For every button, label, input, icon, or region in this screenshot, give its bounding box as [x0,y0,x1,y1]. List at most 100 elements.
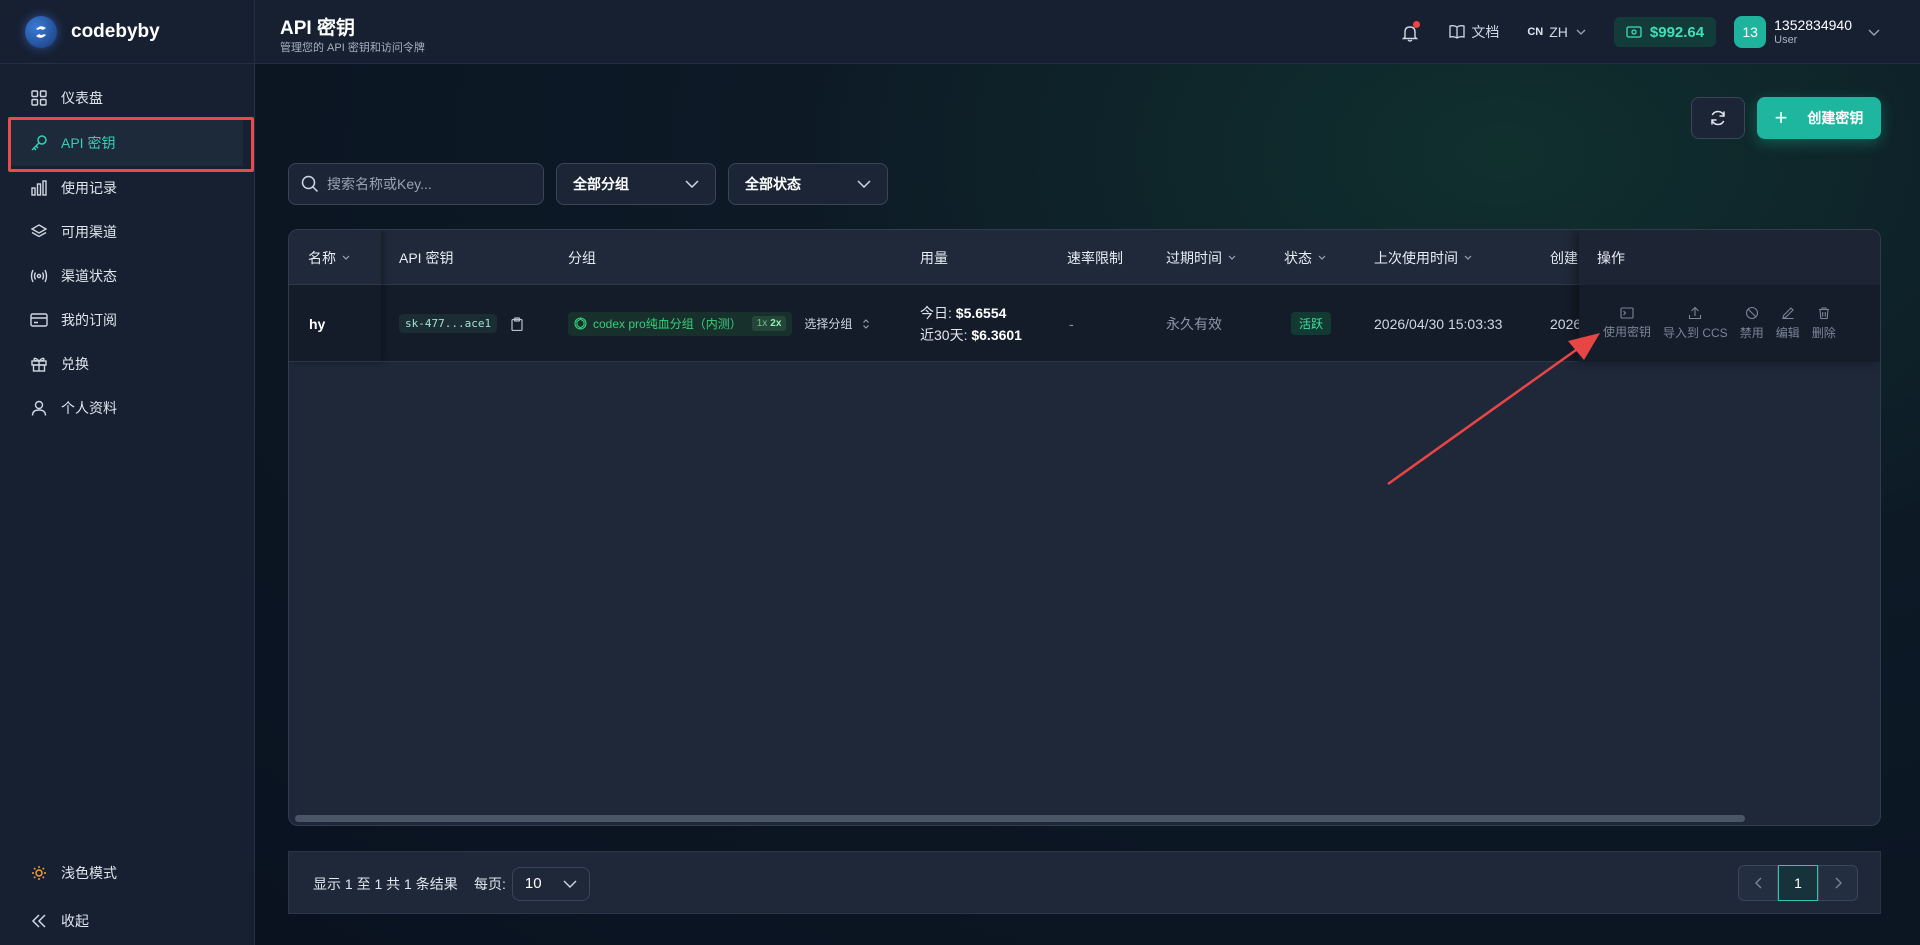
col-actions: 操作 [1597,249,1625,266]
chevron-down-icon [685,180,699,188]
theme-toggle[interactable]: 浅色模式 [0,849,254,897]
sort-icon [1318,255,1326,260]
delete-button[interactable]: 删除 [1812,306,1836,341]
sticky-name-column [289,230,381,362]
status-filter-value: 全部状态 [745,176,801,192]
horizontal-scrollbar[interactable] [295,815,1745,822]
card-icon [30,311,48,329]
updown-icon [863,318,870,329]
prev-page-button[interactable] [1738,865,1778,901]
sidebar-item-dashboard[interactable]: 仪表盘 [0,76,254,120]
book-icon [1449,25,1465,39]
import-ccs-button[interactable]: 导入到 CCS [1663,306,1728,341]
page-subtitle: 管理您的 API 密钥和访问令牌 [280,42,425,54]
openai-icon [574,317,587,330]
page-button-current[interactable]: 1 [1778,865,1818,901]
col-status[interactable]: 状态 [1284,230,1326,285]
edit-button[interactable]: 编辑 [1776,306,1800,341]
sidebar-item-subscriptions[interactable]: 我的订阅 [0,298,254,342]
sidebar-item-label: 渠道状态 [61,268,117,284]
use-key-button[interactable]: 使用密钥 [1603,307,1651,340]
actions-row: 使用密钥 导入到 CCS 禁用 编辑 删除 [1579,285,1880,362]
status-cell: 活跃 [1291,285,1332,362]
user-role: User [1774,34,1798,46]
search-icon [301,175,319,193]
col-last-used[interactable]: 上次使用时间 [1374,230,1472,285]
create-key-label: 创建密钥 [1807,110,1864,126]
pagination-bar: 显示 1 至 1 共 1 条结果 每页: 10 1 [288,851,1881,914]
col-key: API 密钥 [399,249,454,266]
import-ccs-label: 导入到 CCS [1663,326,1728,340]
api-key-value: sk-477...ace1 [399,314,498,333]
sidebar-item-profile[interactable]: 个人资料 [0,386,254,430]
usage-today: 今日: $5.6554 [920,304,1007,321]
per-page-value: 10 [524,875,542,892]
delete-label: 删除 [1811,326,1836,340]
col-expire-label: 过期时间 [1166,249,1222,266]
next-page-button[interactable] [1818,865,1858,901]
brand[interactable]: codebyby [0,0,254,64]
select-group-button[interactable]: 选择分组 [804,315,870,332]
highlight-box [8,117,254,172]
disable-label: 禁用 [1739,326,1764,340]
sidebar-item-redeem[interactable]: 兑换 [0,342,254,386]
sidebar-item-usage[interactable]: 使用记录 [0,166,254,210]
refresh-icon [1711,110,1725,126]
keys-table: 名称 API 密钥 分组 用量 速率限制 过期时间 状态 上次使用时间 创建 h… [288,229,1881,826]
sidebar-item-channels[interactable]: 可用渠道 [0,210,254,254]
grid-icon [30,89,48,107]
chevron-right-icon [1835,877,1842,889]
balance-amount: $992.64 [1649,23,1705,41]
sidebar-item-label: 兑换 [61,356,89,372]
lang-label: ZH [1549,24,1568,40]
terminal-icon [1620,307,1634,319]
col-last-used-label: 上次使用时间 [1374,249,1458,266]
edit-label: 编辑 [1775,326,1800,340]
status-badge: 活跃 [1291,312,1332,335]
created-value: 2026 [1550,315,1582,332]
username: 1352834940 [1774,17,1852,33]
status-filter-select[interactable]: 全部状态 [728,163,888,205]
per-page-control: 每页: 10 [474,852,590,915]
col-group: 分组 [568,249,596,266]
sidebar-item-label: 使用记录 [61,180,117,196]
theme-toggle-label: 浅色模式 [61,865,117,881]
brand-name: codebyby [71,20,160,42]
group-name: codex pro纯血分组（内测） [593,317,742,331]
docs-link[interactable]: 文档 [1449,22,1499,42]
key-cell: sk-477...ace1 [399,285,523,362]
col-expire[interactable]: 过期时间 [1166,230,1236,285]
chevron-down-icon [563,880,577,888]
sidebar-item-label: 个人资料 [61,400,117,416]
logo-icon [25,15,57,48]
last-used-value: 2026/04/30 15:03:33 [1374,315,1503,332]
pager: 1 [1738,865,1858,901]
sidebar-item-label: 可用渠道 [61,224,117,240]
rate-multiplier: 1x 2x [751,316,787,331]
header-actions: 文档 CN ZH $992.64 13 1352834940 User [1399,0,1920,64]
sidebar-bottom: 浅色模式 收起 [0,849,254,945]
search-box[interactable] [288,163,544,205]
group-filter-select[interactable]: 全部分组 [556,163,716,205]
clipboard-icon[interactable] [511,316,523,331]
refresh-button[interactable] [1691,97,1745,139]
sidebar-item-label: 仪表盘 [61,90,103,106]
user-menu[interactable]: 13 1352834940 User [1734,16,1880,48]
balance-badge[interactable]: $992.64 [1613,17,1717,47]
group-filter-value: 全部分组 [573,176,629,192]
docs-label: 文档 [1471,24,1500,40]
layers-icon [30,223,48,241]
collapse-sidebar-button[interactable]: 收起 [0,897,254,945]
notifications-button[interactable] [1399,21,1421,43]
sidebar-item-channel-status[interactable]: 渠道状态 [0,254,254,298]
lang-code: CN [1527,26,1544,38]
actions-column: 操作 使用密钥 导入到 CCS 禁用 编辑 删除 [1579,230,1880,362]
disable-button[interactable]: 禁用 [1740,306,1764,341]
per-page-select[interactable]: 10 [511,866,590,901]
language-select[interactable]: CN ZH [1527,24,1586,40]
search-input[interactable] [327,176,527,192]
collapse-label: 收起 [61,913,89,929]
sort-icon [1464,255,1472,260]
create-key-button[interactable]: + 创建密钥 [1757,97,1881,139]
chevron-down-icon [1576,29,1586,35]
